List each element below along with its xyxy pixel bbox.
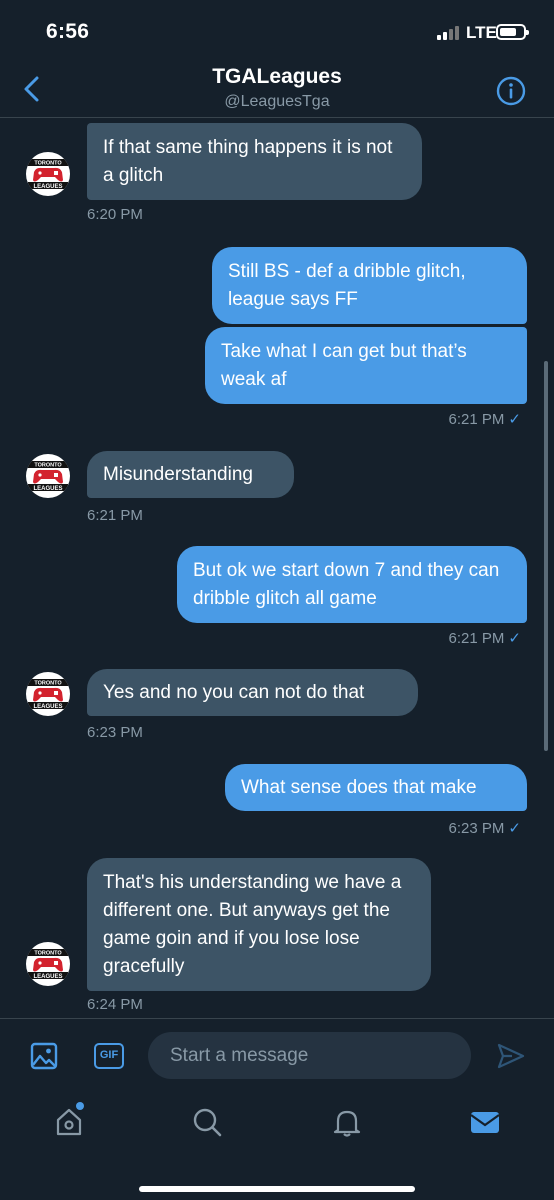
message-timestamp: 6:20 PM [87, 206, 143, 223]
message-bubble-outgoing[interactable]: But ok we start down 7 and they can drib… [177, 546, 527, 623]
conversation-title[interactable]: TGALeagues [0, 65, 554, 89]
message-bubble-outgoing[interactable]: Take what I can get but that’s weak af [205, 327, 527, 404]
notification-dot [76, 1102, 84, 1110]
message-timestamp: 6:21 PM ✓ [448, 630, 521, 647]
avatar[interactable]: TORONTO LEAGUES [26, 152, 70, 196]
conversation-handle: @LeaguesTga [224, 93, 330, 110]
league-logo-icon: TORONTO LEAGUES [26, 461, 70, 492]
message-text: Take what I can get but that’s weak af [221, 340, 467, 390]
read-check-icon: ✓ [508, 411, 521, 428]
gif-icon[interactable]: GIF [94, 1043, 124, 1069]
message-timestamp: 6:21 PM ✓ [448, 411, 521, 428]
message-text: Yes and no you can not do that [103, 681, 365, 703]
message-text: But ok we start down 7 and they can drib… [193, 559, 500, 609]
message-bubble-incoming[interactable]: Misunderstanding [87, 451, 294, 498]
home-indicator [139, 1186, 415, 1192]
message-text: What sense does that make [241, 776, 477, 798]
message-text: Misunderstanding [103, 463, 253, 485]
message-bubble-incoming[interactable]: If that same thing happens it is not a g… [87, 123, 422, 200]
message-timestamp: 6:24 PM [87, 996, 143, 1013]
status-bar: 6:56 LTE [0, 0, 554, 62]
message-text: Still BS - def a dribble glitch, league … [228, 260, 466, 310]
info-icon[interactable] [496, 76, 526, 106]
message-input[interactable] [148, 1032, 471, 1079]
svg-text:LEAGUES: LEAGUES [33, 184, 62, 190]
svg-text:LEAGUES: LEAGUES [33, 974, 62, 980]
message-composer: GIF [0, 1018, 554, 1090]
status-time: 6:56 [46, 20, 90, 43]
signal-icon [437, 26, 463, 40]
league-logo-icon: TORONTO LEAGUES [26, 949, 70, 980]
message-text: If that same thing happens it is not a g… [103, 136, 393, 186]
message-bubble-incoming[interactable]: That's his understanding we have a diffe… [87, 858, 431, 991]
svg-text:TORONTO: TORONTO [34, 681, 62, 687]
message-timestamp: 6:21 PM [87, 507, 143, 524]
image-icon[interactable] [30, 1042, 58, 1070]
league-logo-icon: TORONTO LEAGUES [26, 159, 70, 190]
message-bubble-incoming[interactable]: Yes and no you can not do that [87, 669, 418, 716]
read-check-icon: ✓ [508, 630, 521, 647]
message-thread[interactable]: If that same thing happens it is not a g… [0, 119, 554, 1018]
message-bubble-outgoing[interactable]: What sense does that make [225, 764, 527, 811]
svg-text:TORONTO: TORONTO [34, 463, 62, 469]
avatar[interactable]: TORONTO LEAGUES [26, 454, 70, 498]
send-icon[interactable] [496, 1041, 526, 1071]
message-timestamp: 6:23 PM ✓ [448, 820, 521, 837]
svg-text:TORONTO: TORONTO [34, 161, 62, 167]
network-label: LTE [466, 23, 497, 42]
mail-icon[interactable] [467, 1104, 503, 1140]
svg-text:LEAGUES: LEAGUES [33, 704, 62, 710]
message-timestamp: 6:23 PM [87, 724, 143, 741]
svg-text:LEAGUES: LEAGUES [33, 486, 62, 492]
battery-icon [496, 24, 529, 40]
conversation-header: TGALeagues @LeaguesTga [0, 62, 554, 118]
bell-icon[interactable] [329, 1104, 365, 1140]
message-text: That's his understanding we have a diffe… [103, 871, 402, 977]
scrollbar[interactable] [544, 361, 548, 751]
search-icon[interactable] [189, 1104, 225, 1140]
avatar[interactable]: TORONTO LEAGUES [26, 942, 70, 986]
read-check-icon: ✓ [508, 820, 521, 837]
svg-text:TORONTO: TORONTO [34, 951, 62, 957]
message-bubble-outgoing[interactable]: Still BS - def a dribble glitch, league … [212, 247, 527, 324]
avatar[interactable]: TORONTO LEAGUES [26, 672, 70, 716]
league-logo-icon: TORONTO LEAGUES [26, 679, 70, 710]
